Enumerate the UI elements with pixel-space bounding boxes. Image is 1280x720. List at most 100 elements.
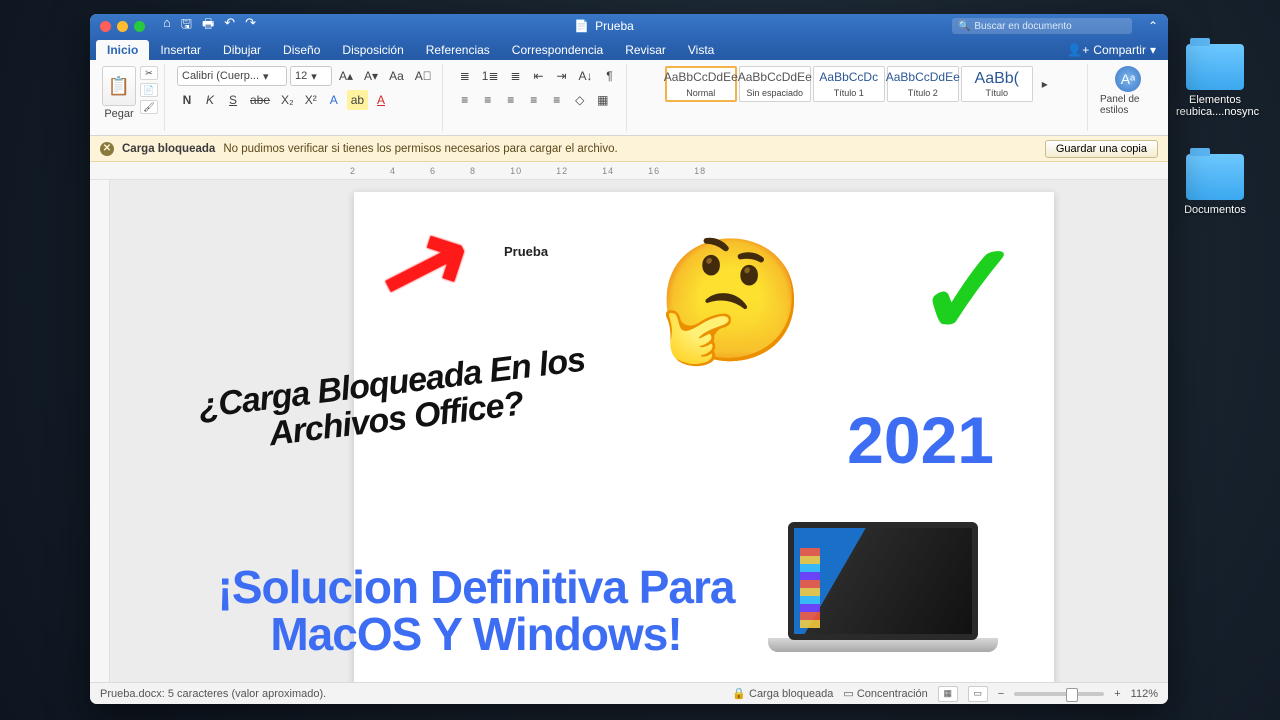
search-placeholder: Buscar en documento: [974, 21, 1071, 32]
zoom-out-button[interactable]: −: [998, 688, 1004, 700]
overlay-arrow: [362, 189, 489, 339]
window-controls[interactable]: [100, 21, 145, 32]
zoom-icon[interactable]: [134, 21, 145, 32]
save-copy-button[interactable]: Guardar una copia: [1045, 140, 1158, 158]
status-blocked[interactable]: 🔒 Carga bloqueada: [732, 687, 833, 700]
document-canvas[interactable]: Prueba ¿Carga Bloqueada En los Archivos …: [90, 180, 1168, 682]
align-center-button[interactable]: ≡: [478, 90, 498, 110]
zoom-in-button[interactable]: +: [1114, 688, 1120, 700]
styles-pane-icon: Aᵃ: [1115, 66, 1141, 92]
print-layout-view-button[interactable]: ▦: [938, 686, 958, 702]
shading-button[interactable]: ◇: [570, 90, 590, 110]
align-right-button[interactable]: ≡: [501, 90, 521, 110]
minimize-icon[interactable]: [117, 21, 128, 32]
search-input[interactable]: 🔍 Buscar en documento: [952, 18, 1132, 34]
styles-more-button[interactable]: ▸: [1035, 74, 1055, 94]
font-group: Calibri (Cuerp...▾ 12▾ A▴ A▾ Aa A⃠ N K S…: [171, 64, 443, 131]
tab-correspondencia[interactable]: Correspondencia: [501, 40, 614, 60]
ribbon-collapse-icon[interactable]: ⌃: [1148, 19, 1158, 33]
close-icon[interactable]: [100, 21, 111, 32]
cut-button[interactable]: ✂: [140, 66, 158, 80]
thinking-emoji-icon: 🤔: [656, 232, 805, 372]
ribbon: 📋 Pegar ✂ 📄 🖌 Calibri (Cuerp...▾ 12▾ A▴ …: [90, 60, 1168, 136]
strike-button[interactable]: abe: [246, 90, 274, 110]
styles-group: AaBbCcDdEeNormal AaBbCcDdEeSin espaciado…: [633, 64, 1088, 131]
zoom-level[interactable]: 112%: [1131, 688, 1158, 700]
format-painter-button[interactable]: 🖌: [140, 100, 158, 114]
font-name-select[interactable]: Calibri (Cuerp...▾: [177, 66, 287, 86]
tab-disposicion[interactable]: Disposición: [331, 40, 414, 60]
folder-icon: [1186, 154, 1244, 200]
warning-bar: ✕ Carga bloqueada No pudimos verificar s…: [90, 136, 1168, 162]
paste-button[interactable]: 📋: [102, 66, 136, 106]
print-icon[interactable]: 🖶: [202, 15, 214, 37]
align-left-button[interactable]: ≡: [455, 90, 475, 110]
warning-icon: ✕: [100, 142, 114, 156]
tab-inicio[interactable]: Inicio: [96, 40, 149, 60]
doc-name: Prueba: [595, 19, 634, 33]
style-titulo-2[interactable]: AaBbCcDdEeTítulo 2: [887, 66, 959, 102]
style-titulo-1[interactable]: AaBbCcDcTítulo 1: [813, 66, 885, 102]
clear-format-button[interactable]: A⃠: [411, 66, 436, 86]
indent-button[interactable]: ⇥: [552, 66, 572, 86]
checkmark-icon: ✓: [915, 214, 1024, 366]
line-spacing-button[interactable]: ≡: [547, 90, 567, 110]
tab-dibujar[interactable]: Dibujar: [212, 40, 272, 60]
horizontal-ruler[interactable]: 24681012141618: [90, 162, 1168, 180]
zoom-slider[interactable]: [1014, 692, 1104, 696]
bold-button[interactable]: N: [177, 90, 197, 110]
warning-title: Carga bloqueada: [122, 143, 215, 155]
home-icon[interactable]: ⌂: [163, 15, 171, 37]
ribbon-tabs: Inicio Insertar Dibujar Diseño Disposici…: [90, 38, 1168, 60]
word-window: ⌂ 🖫 🖶 ↶ ↷ 📄 Prueba 🔍 Buscar en documento…: [90, 14, 1168, 704]
page-text[interactable]: Prueba: [504, 244, 548, 259]
style-normal[interactable]: AaBbCcDdEeNormal: [665, 66, 737, 102]
tab-vista[interactable]: Vista: [677, 40, 725, 60]
italic-button[interactable]: K: [200, 90, 220, 110]
font-size-select[interactable]: 12▾: [290, 66, 332, 86]
highlight-button[interactable]: ab: [347, 90, 368, 110]
desktop-folder[interactable]: Documentos: [1176, 154, 1254, 216]
status-info: Prueba.docx: 5 caracteres (valor aproxim…: [100, 688, 326, 700]
folder-label: Elementos reubica....nosync: [1176, 94, 1254, 118]
subscript-button[interactable]: X₂: [277, 90, 298, 110]
shrink-font-button[interactable]: A▾: [360, 66, 382, 86]
styles-pane-button[interactable]: Aᵃ Panel de estilos: [1100, 66, 1156, 116]
multilevel-button[interactable]: ≣: [506, 66, 526, 86]
document-page[interactable]: Prueba ¿Carga Bloqueada En los Archivos …: [354, 192, 1054, 682]
numbering-button[interactable]: 1≣: [478, 66, 503, 86]
web-layout-view-button[interactable]: ▭: [968, 686, 988, 702]
font-color-button[interactable]: A: [371, 90, 391, 110]
tab-revisar[interactable]: Revisar: [614, 40, 677, 60]
bullets-button[interactable]: ≣: [455, 66, 475, 86]
outdent-button[interactable]: ⇤: [529, 66, 549, 86]
overlay-question: ¿Carga Bloqueada En los Archivos Office?: [181, 341, 607, 463]
underline-button[interactable]: S: [223, 90, 243, 110]
laptop-icon: [768, 522, 998, 672]
save-icon[interactable]: 🖫: [181, 15, 192, 37]
copy-button[interactable]: 📄: [140, 83, 158, 97]
vertical-ruler[interactable]: [90, 180, 110, 682]
grow-font-button[interactable]: A▴: [335, 66, 357, 86]
search-icon: 🔍: [958, 21, 970, 32]
share-button[interactable]: 👤+ Compartir ▾: [1055, 40, 1168, 60]
tab-insertar[interactable]: Insertar: [149, 40, 212, 60]
tab-diseno[interactable]: Diseño: [272, 40, 331, 60]
folder-icon: [1186, 44, 1244, 90]
status-focus[interactable]: ▭ Concentración: [843, 687, 927, 700]
pilcrow-button[interactable]: ¶: [600, 66, 620, 86]
style-titulo[interactable]: AaBb(Título: [961, 66, 1033, 102]
text-effects-button[interactable]: A: [324, 90, 344, 110]
redo-icon[interactable]: ↷: [245, 15, 256, 37]
status-bar: Prueba.docx: 5 caracteres (valor aproxim…: [90, 682, 1168, 704]
tab-referencias[interactable]: Referencias: [415, 40, 501, 60]
borders-button[interactable]: ▦: [593, 90, 613, 110]
desktop-folder[interactable]: Elementos reubica....nosync: [1176, 44, 1254, 118]
warning-message: No pudimos verificar si tienes los permi…: [223, 143, 617, 155]
justify-button[interactable]: ≡: [524, 90, 544, 110]
sort-button[interactable]: A↓: [575, 66, 597, 86]
undo-icon[interactable]: ↶: [224, 15, 235, 37]
superscript-button[interactable]: X²: [301, 90, 321, 110]
change-case-button[interactable]: Aa: [385, 66, 408, 86]
style-sin-espaciado[interactable]: AaBbCcDdEeSin espaciado: [739, 66, 811, 102]
